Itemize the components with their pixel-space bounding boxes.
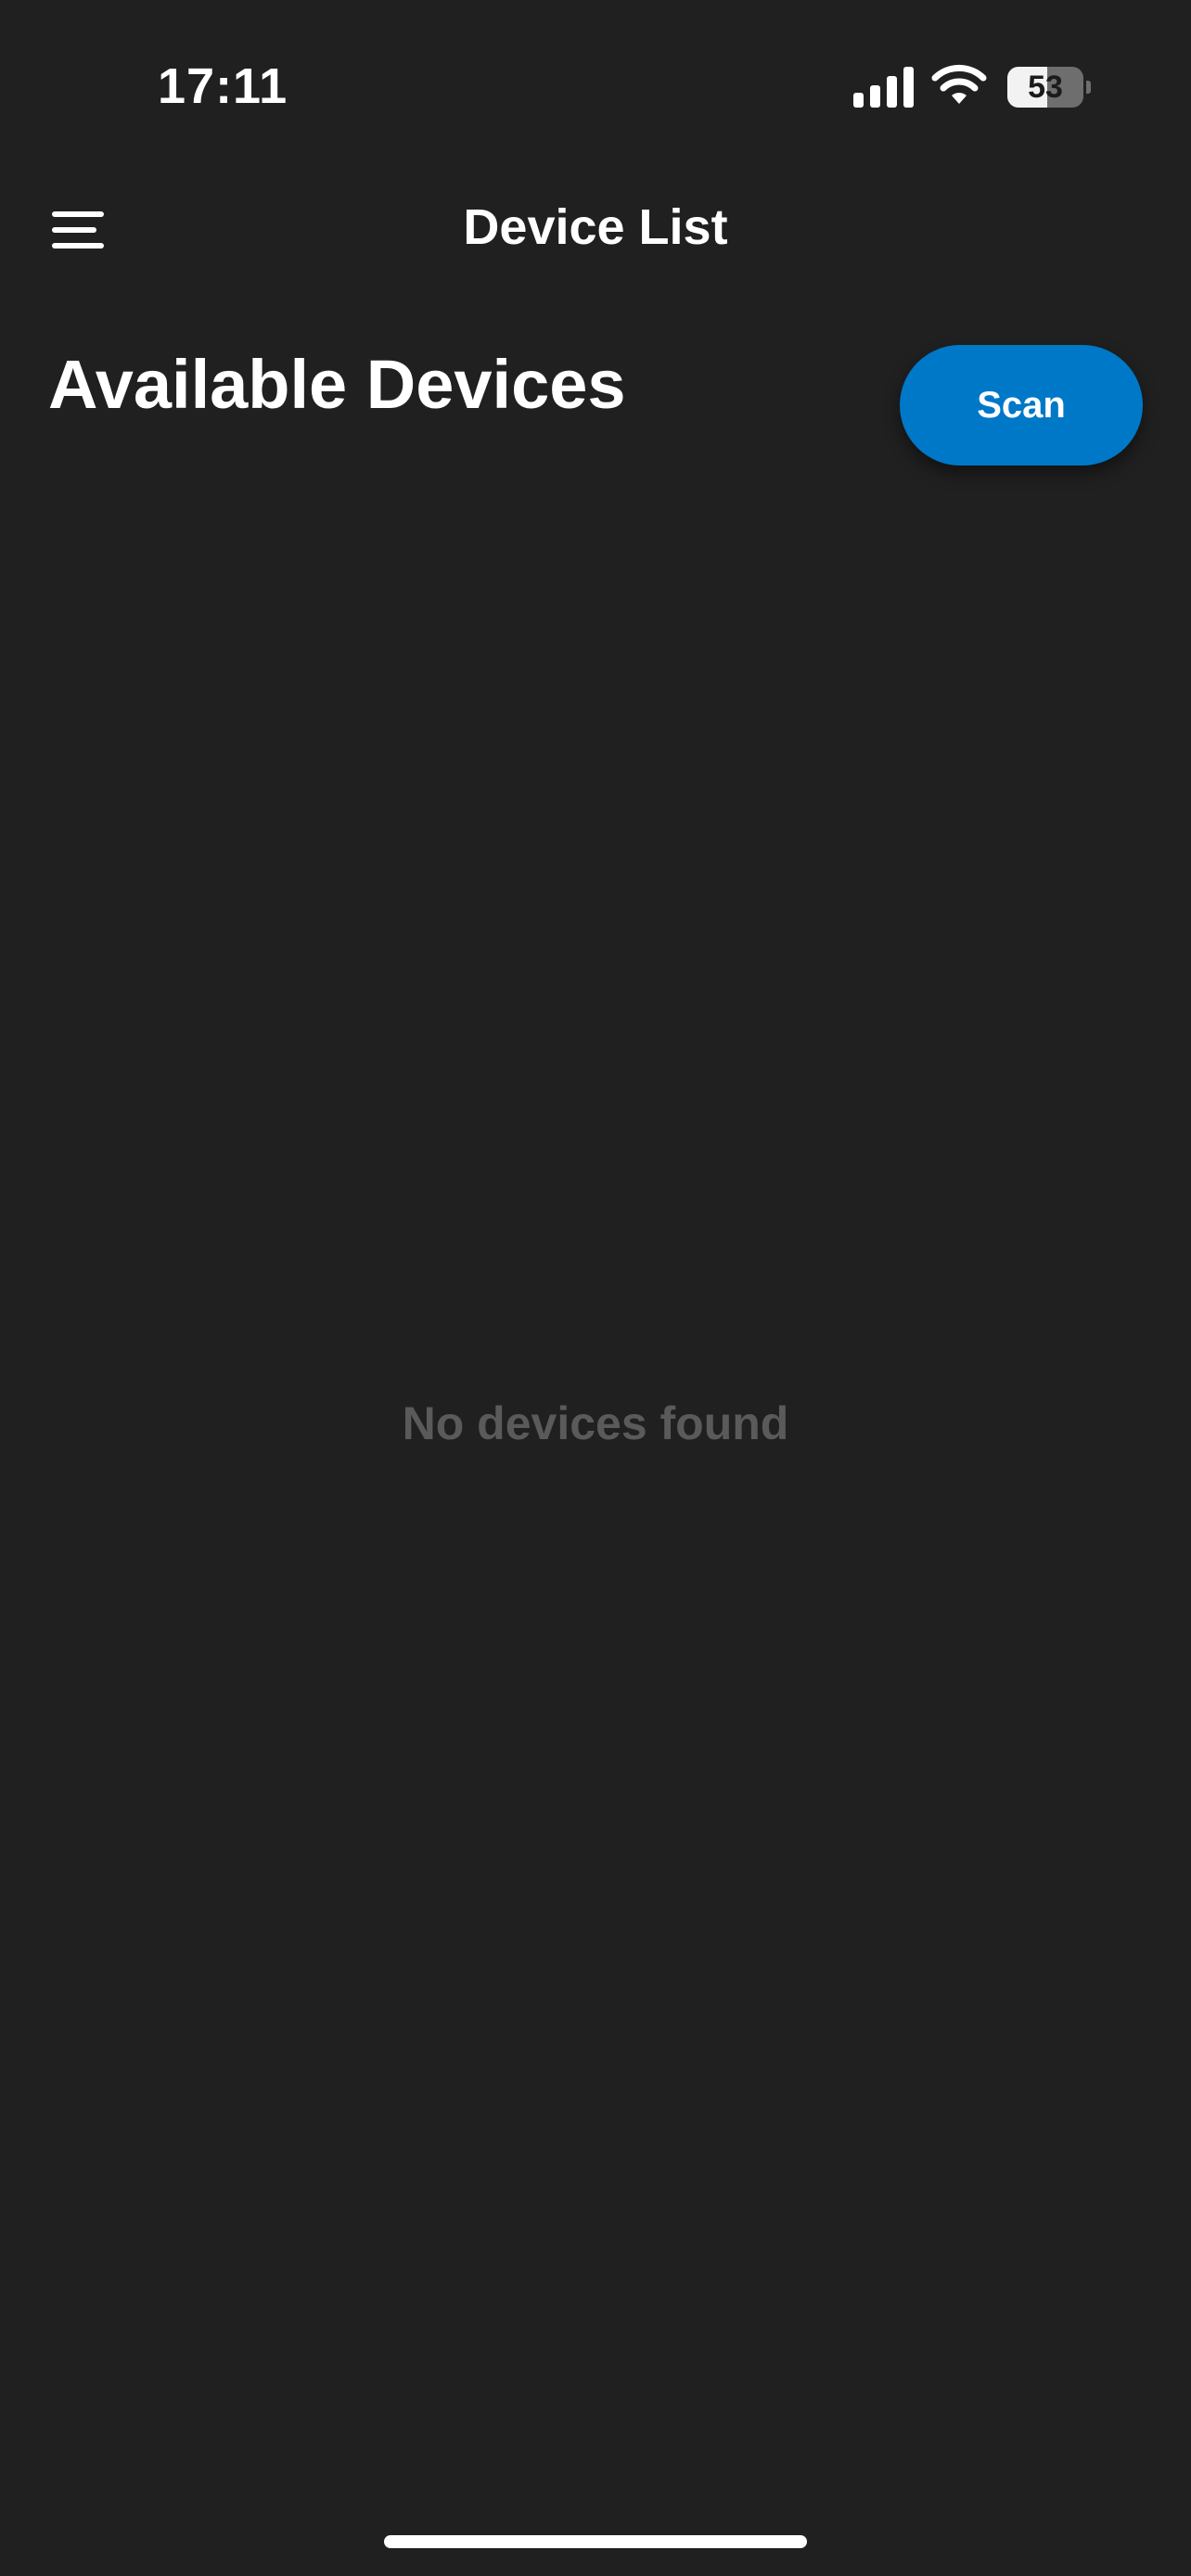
page-title: Device List — [463, 199, 728, 255]
scan-button[interactable]: Scan — [900, 345, 1143, 465]
available-devices-heading: Available Devices — [48, 346, 626, 423]
status-bar: 17:11 53 — [0, 0, 1191, 148]
cellular-signal-icon — [853, 67, 914, 108]
status-time: 17:11 — [158, 58, 288, 114]
battery-indicator: 53 — [1007, 67, 1091, 108]
battery-level: 53 — [1028, 70, 1063, 105]
battery-tip — [1086, 81, 1091, 94]
wifi-icon — [931, 64, 987, 104]
empty-state-message: No devices found — [402, 1397, 789, 1449]
home-indicator[interactable] — [384, 2535, 807, 2548]
battery-icon: 53 — [1007, 67, 1083, 108]
navigation-bar: Device List — [0, 176, 1191, 287]
